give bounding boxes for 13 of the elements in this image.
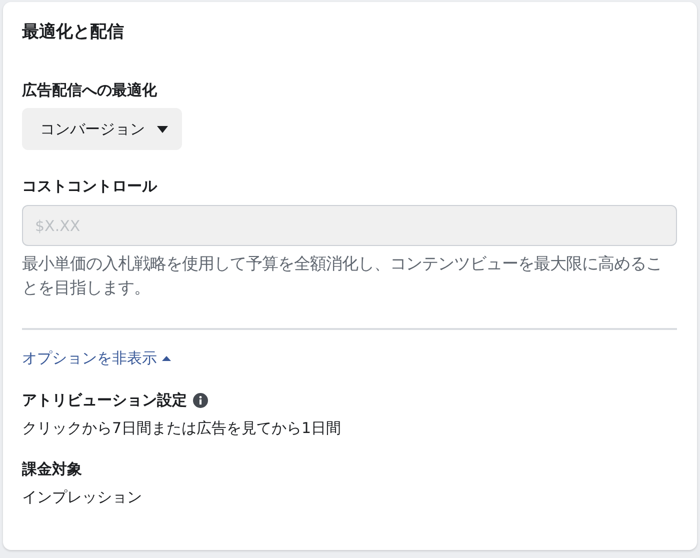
section-title: 最適化と配信 [22, 21, 125, 44]
field-label: アトリビューション設定 [22, 390, 187, 410]
info-icon[interactable] [193, 392, 208, 408]
field-label: コストコントロール [22, 176, 158, 196]
options-toggle-link[interactable]: オプションを非表示 [22, 349, 171, 368]
caret-icon [157, 126, 168, 132]
optimization-dropdown[interactable]: コンバージョン [22, 108, 182, 150]
field-value: インプレッション [22, 487, 143, 508]
field-description: 最小単価の入札戦略を使用して予算を全額消化し、コンテンツビューを最大限に高めることを目指します。 [22, 253, 663, 299]
field-value: クリックから7日間または広告を見てから1日間 [22, 418, 342, 439]
caret-icon [162, 356, 171, 361]
field-label: 広告配信への最適化 [22, 80, 158, 100]
field-label: 課金対象 [22, 459, 82, 479]
